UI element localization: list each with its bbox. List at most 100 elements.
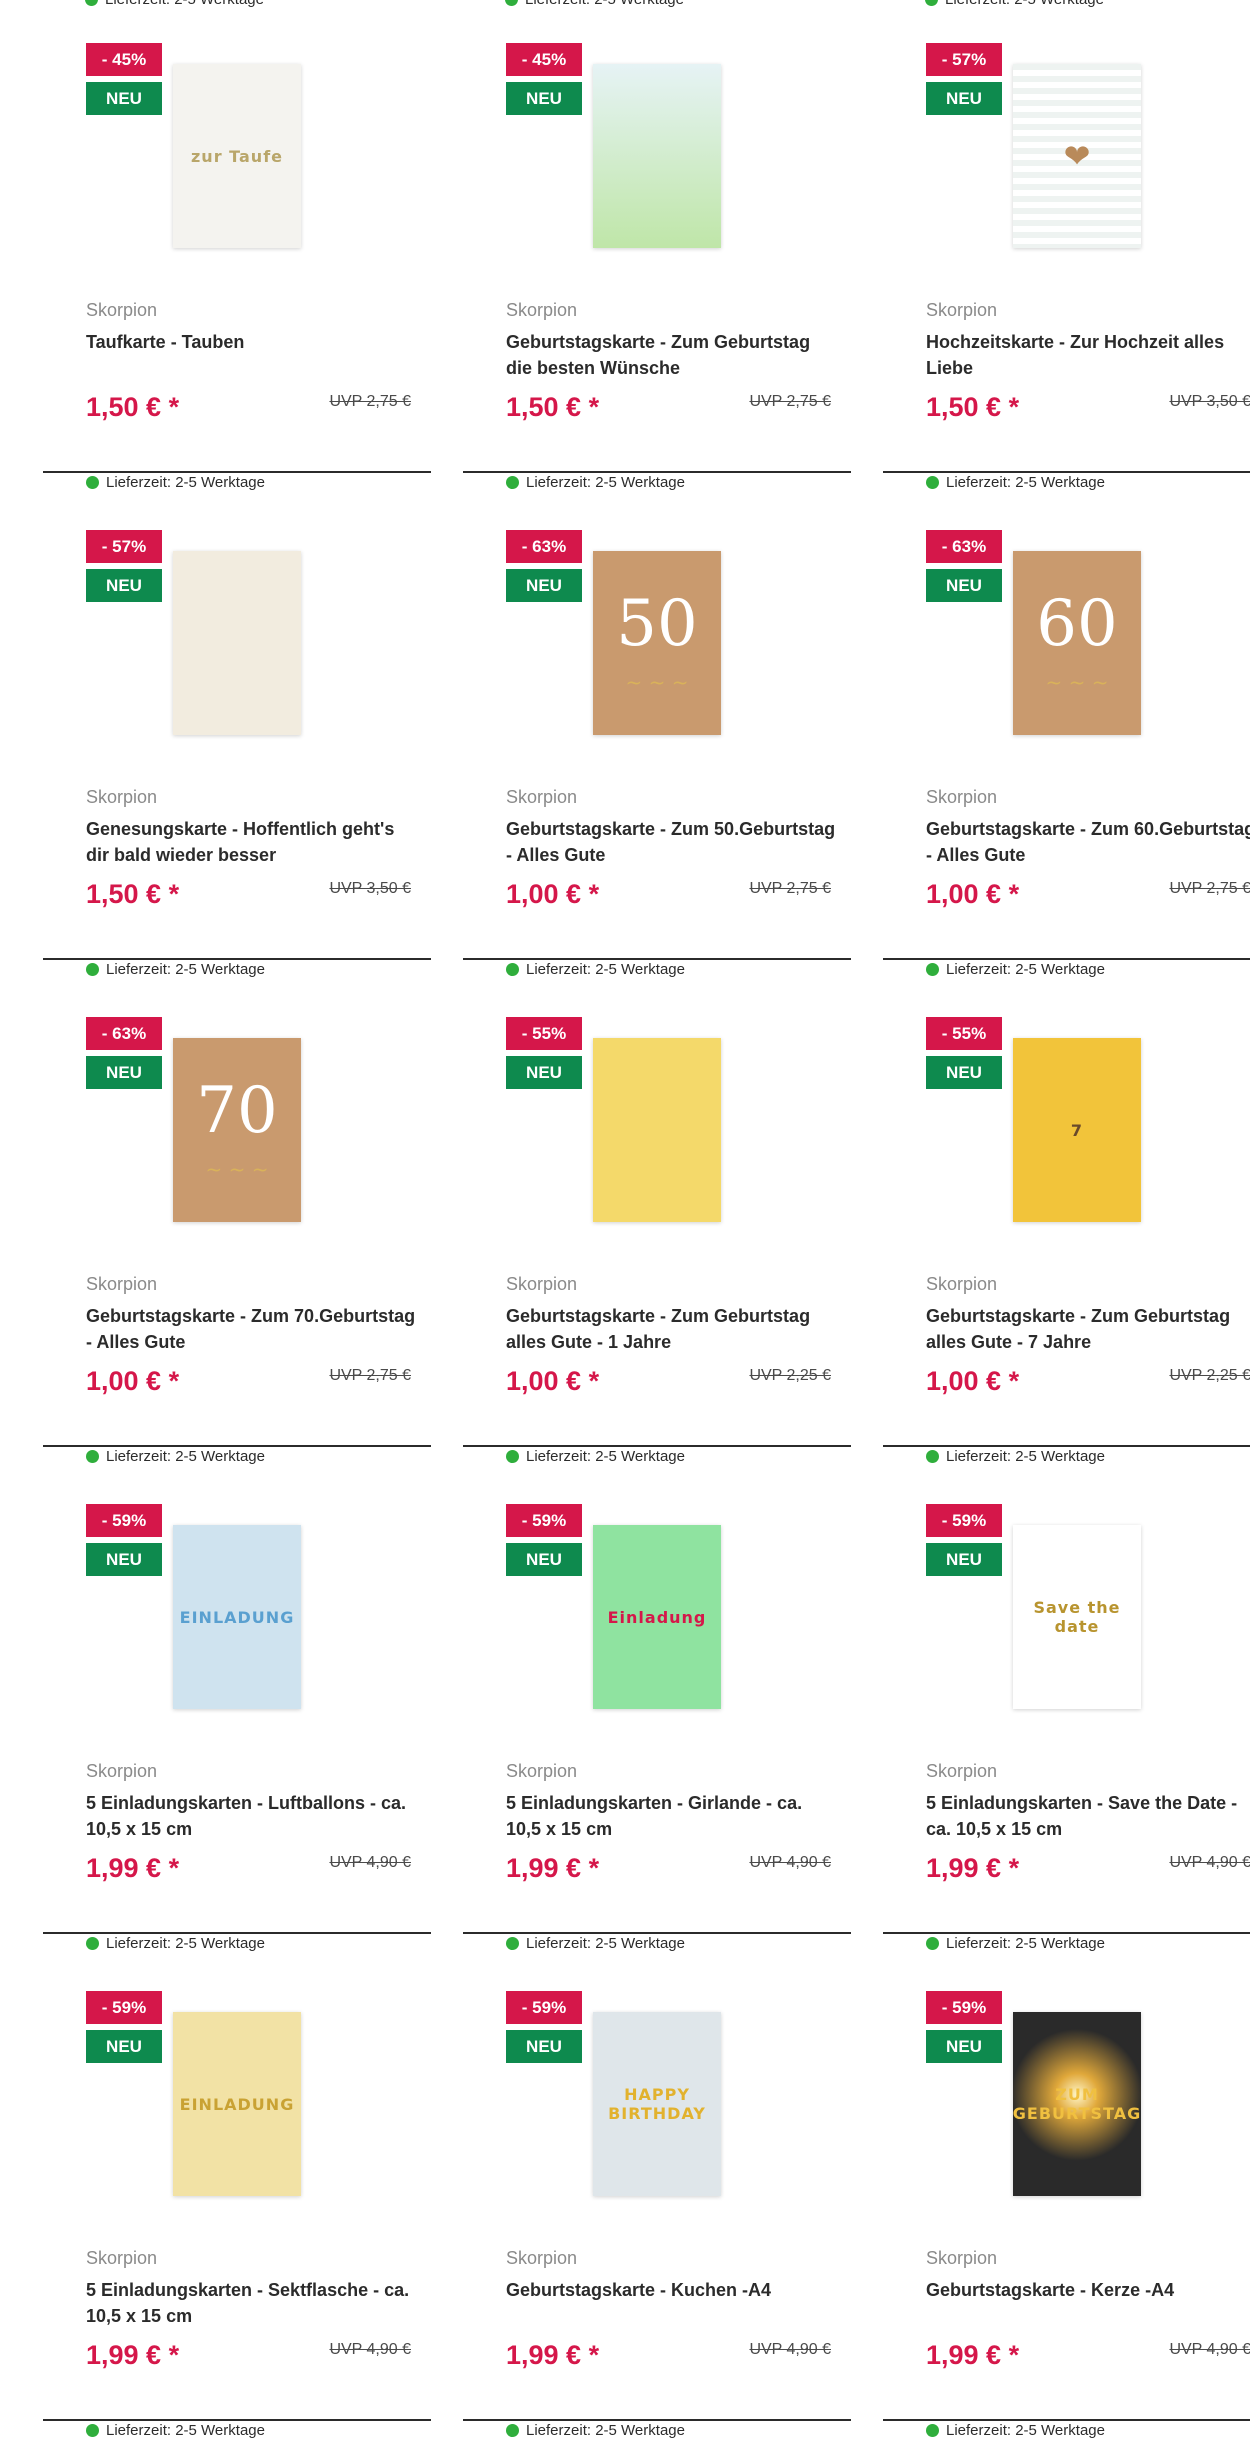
product-card[interactable]: - 57% NEU Skorpion Genesungskarte - Hoffent… xyxy=(43,487,453,978)
product-card[interactable]: - 57% NEU ❤ Skorpion Hochzeitskarte - Zur Ho… xyxy=(883,0,1250,491)
product-brand: Skorpion xyxy=(926,1274,998,1294)
product-price: 1,00 € * xyxy=(926,1366,1020,1396)
card-divider xyxy=(43,471,431,473)
discount-badge: - 45% xyxy=(506,43,582,76)
product-title-link[interactable]: Taufkarte - Tauben xyxy=(86,329,416,355)
card-divider xyxy=(883,471,1250,473)
product-card[interactable]: - 63% NEU 50 ~ ~ ~ Skorpion Geburtstagskarte … xyxy=(463,487,873,978)
card-divider xyxy=(43,1445,431,1447)
product-image[interactable]: zur Taufe xyxy=(173,64,301,248)
card-number: 70 xyxy=(196,1074,278,1148)
discount-badge: - 55% xyxy=(506,1017,582,1050)
product-image[interactable] xyxy=(173,551,301,735)
product-title-link[interactable]: 5 Einladungskarten - Sektflasche - ca. 1… xyxy=(86,2277,416,2329)
badge-group: - 59% NEU xyxy=(926,1991,1002,2069)
product-image[interactable]: EINLADUNG xyxy=(173,2012,301,2196)
product-price: 1,99 € * xyxy=(506,1853,600,1883)
product-title-link[interactable]: Geburtstagskarte - Zum 50.Geburtstag - A… xyxy=(506,816,836,868)
product-card[interactable]: - 59% NEU Save the date Skorpion 5 Einladung… xyxy=(883,1461,1250,1952)
new-badge: NEU xyxy=(86,82,162,115)
product-image[interactable]: 50 ~ ~ ~ xyxy=(593,551,721,735)
card-divider xyxy=(463,1932,851,1934)
product-price: 1,99 € * xyxy=(926,2340,1020,2370)
product-image[interactable]: 7 xyxy=(1013,1038,1141,1222)
badge-group: - 55% NEU xyxy=(926,1017,1002,1095)
new-badge: NEU xyxy=(926,82,1002,115)
product-card[interactable]: - 59% NEU EINLADUNG Skorpion 5 Einladungskar… xyxy=(43,1948,453,2439)
badge-group: - 55% NEU xyxy=(506,1017,582,1095)
delivery-text: Lieferzeit: 2-5 Werktage xyxy=(106,2422,265,2439)
product-title-link[interactable]: Geburtstagskarte - Zum Geburtstag alles … xyxy=(926,1303,1250,1355)
product-card[interactable]: - 59% NEU EINLADUNG Skorpion 5 Einladungskar… xyxy=(43,1461,453,1952)
badge-group: - 63% NEU xyxy=(86,1017,162,1095)
product-card[interactable]: - 55% NEU Skorpion Geburtstagskarte - Zum G… xyxy=(463,974,873,1465)
product-card[interactable]: - 55% NEU 7 Skorpion Geburtstagskarte - Zum … xyxy=(883,974,1250,1465)
card-divider xyxy=(43,958,431,960)
badge-group: - 57% NEU xyxy=(86,530,162,608)
product-uvp-price: UVP 4,90 € xyxy=(1169,2341,1250,2358)
product-price: 1,00 € * xyxy=(926,879,1020,909)
badge-group: - 59% NEU xyxy=(506,1504,582,1582)
product-uvp-price: UVP 2,25 € xyxy=(1169,1367,1250,1384)
delivery-info: Lieferzeit: 2-5 Werktage xyxy=(506,2422,685,2439)
product-title-link[interactable]: Geburtstagskarte - Zum Geburtstag die be… xyxy=(506,329,836,381)
badge-group: - 45% NEU xyxy=(86,43,162,121)
product-image[interactable] xyxy=(593,1038,721,1222)
product-image[interactable]: 70 ~ ~ ~ xyxy=(173,1038,301,1222)
product-uvp-price: UVP 3,50 € xyxy=(1169,393,1250,410)
product-uvp-price: UVP 3,50 € xyxy=(329,880,411,897)
badge-group: - 59% NEU xyxy=(926,1504,1002,1582)
product-card[interactable]: - 59% NEU Einladung Skorpion 5 Einladungskar… xyxy=(463,1461,873,1952)
product-brand: Skorpion xyxy=(926,300,998,320)
product-card[interactable]: - 45% NEU Skorpion Geburtstagskarte - Zum G… xyxy=(463,0,873,491)
product-title-link[interactable]: 5 Einladungskarten - Girlande - ca. 10,5… xyxy=(506,1790,836,1842)
product-title-link[interactable]: Hochzeitskarte - Zur Hochzeit alles Lieb… xyxy=(926,329,1250,381)
delivery-info: Lieferzeit: 2-5 Werktage xyxy=(926,2422,1105,2439)
product-title-link[interactable]: Geburtstagskarte - Zum Geburtstag alles … xyxy=(506,1303,836,1355)
product-price: 1,00 € * xyxy=(86,1366,180,1396)
product-title-link[interactable]: 5 Einladungskarten - Luftballons - ca. 1… xyxy=(86,1790,416,1842)
product-title-link[interactable]: 5 Einladungskarten - Save the Date - ca.… xyxy=(926,1790,1250,1842)
card-divider xyxy=(43,2419,431,2421)
product-brand: Skorpion xyxy=(86,2248,158,2268)
product-card[interactable]: - 45% NEU zur Taufe Skorpion Taufkarte - Tau… xyxy=(43,0,453,491)
new-badge: NEU xyxy=(86,569,162,602)
product-image[interactable]: Save the date xyxy=(1013,1525,1141,1709)
discount-badge: - 63% xyxy=(926,530,1002,563)
product-title-link[interactable]: Geburtstagskarte - Kerze -A4 xyxy=(926,2277,1250,2303)
delivery-text: Lieferzeit: 2-5 Werktage xyxy=(946,2422,1105,2439)
card-divider xyxy=(883,1932,1250,1934)
product-image[interactable]: ZUM GEBURTSTAG xyxy=(1013,2012,1141,2196)
product-price: 1,00 € * xyxy=(506,879,600,909)
discount-badge: - 59% xyxy=(926,1504,1002,1537)
discount-badge: - 59% xyxy=(506,1504,582,1537)
product-brand: Skorpion xyxy=(86,1761,158,1781)
product-card[interactable]: - 59% NEU ZUM GEBURTSTAG Skorpion Geburtstag… xyxy=(883,1948,1250,2439)
product-price: 1,99 € * xyxy=(506,2340,600,2370)
product-image[interactable]: 60 ~ ~ ~ xyxy=(1013,551,1141,735)
product-image[interactable]: ❤ xyxy=(1013,64,1141,248)
product-uvp-price: UVP 2,75 € xyxy=(1169,880,1250,897)
product-uvp-price: UVP 2,75 € xyxy=(749,880,831,897)
product-image[interactable]: Einladung xyxy=(593,1525,721,1709)
product-card[interactable]: - 63% NEU 70 ~ ~ ~ Skorpion Geburtstagskarte … xyxy=(43,974,453,1465)
product-title-link[interactable]: Geburtstagskarte - Zum 60.Geburtstag - A… xyxy=(926,816,1250,868)
product-title-link[interactable]: Genesungskarte - Hoffentlich geht's dir … xyxy=(86,816,416,868)
card-caption: HAPPY BIRTHDAY xyxy=(608,2085,706,2123)
badge-group: - 45% NEU xyxy=(506,43,582,121)
product-title-link[interactable]: Geburtstagskarte - Zum 70.Geburtstag - A… xyxy=(86,1303,416,1355)
card-divider xyxy=(463,1445,851,1447)
product-price: 1,50 € * xyxy=(86,879,180,909)
product-price: 1,50 € * xyxy=(506,392,600,422)
product-image[interactable]: EINLADUNG xyxy=(173,1525,301,1709)
product-card[interactable]: - 59% NEU HAPPY BIRTHDAY Skorpion Geburtstag… xyxy=(463,1948,873,2439)
card-decoration: ~ ~ ~ xyxy=(1045,670,1109,694)
product-image[interactable] xyxy=(593,64,721,248)
product-card[interactable]: - 63% NEU 60 ~ ~ ~ Skorpion Geburtstagskarte … xyxy=(883,487,1250,978)
discount-badge: - 63% xyxy=(86,1017,162,1050)
product-image[interactable]: HAPPY BIRTHDAY xyxy=(593,2012,721,2196)
discount-badge: - 63% xyxy=(506,530,582,563)
card-caption: EINLADUNG xyxy=(179,2094,295,2114)
product-brand: Skorpion xyxy=(86,1274,158,1294)
product-title-link[interactable]: Geburtstagskarte - Kuchen -A4 xyxy=(506,2277,836,2303)
